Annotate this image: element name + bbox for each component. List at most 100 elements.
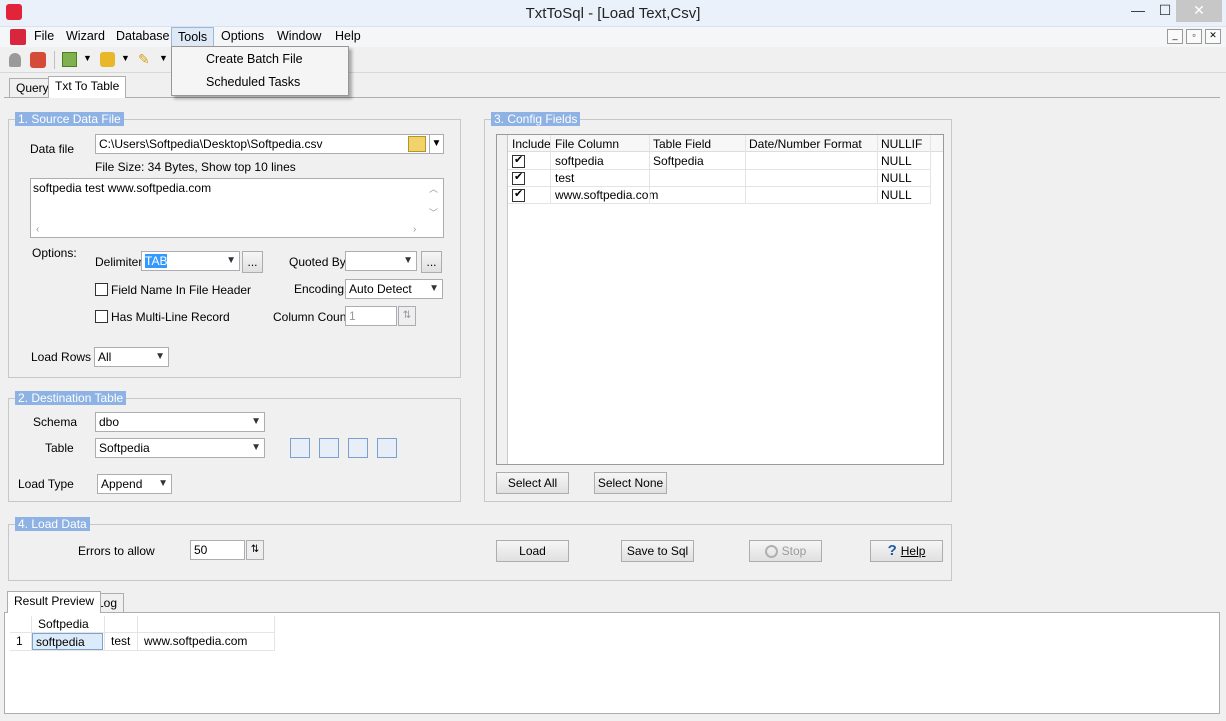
help-label: Help xyxy=(900,544,926,558)
file-column-cell[interactable]: softpedia xyxy=(552,153,604,170)
result-cell[interactable]: softpedia xyxy=(32,633,103,650)
result-preview-grid[interactable]: Softpedia 1 softpedia test www.softpedia… xyxy=(4,612,1220,714)
tab-txt-to-table[interactable]: Txt To Table xyxy=(48,76,127,98)
table-select[interactable]: Softpedia ▼ xyxy=(95,438,265,458)
col-header-file-column[interactable]: File Column xyxy=(552,136,619,153)
errors-to-allow-input[interactable]: 50 xyxy=(190,540,245,560)
encoding-select[interactable]: Auto Detect ▼ xyxy=(345,279,443,299)
load-type-value: Append xyxy=(101,477,143,491)
col-header-nullif[interactable]: NULLIF xyxy=(878,136,922,153)
select-none-button[interactable]: Select None xyxy=(594,472,667,494)
menu-database[interactable]: Database xyxy=(110,27,176,47)
title-bar: TxtToSql - [Load Text,Csv] — ☐ ✕ xyxy=(0,0,1226,27)
quoted-by-more-button[interactable]: ... xyxy=(421,251,442,273)
scroll-right-icon[interactable]: › xyxy=(413,224,416,235)
select-all-button[interactable]: Select All xyxy=(496,472,569,494)
chevron-down-icon[interactable]: ▼ xyxy=(159,53,168,63)
tools-dropdown-menu: Create Batch File Scheduled Tasks xyxy=(171,46,349,96)
schema-select[interactable]: dbo ▼ xyxy=(95,412,265,432)
multiline-checkbox[interactable] xyxy=(95,310,108,323)
chevron-down-icon: ▼ xyxy=(429,283,439,294)
minimize-button[interactable]: — xyxy=(1123,0,1153,22)
refresh-table-icon[interactable] xyxy=(319,438,339,458)
menu-file[interactable]: File xyxy=(28,27,60,47)
load-type-select[interactable]: Append ▼ xyxy=(97,474,172,494)
chevron-down-icon[interactable]: ▼ xyxy=(121,53,130,63)
view-table-icon[interactable] xyxy=(348,438,368,458)
wand-icon[interactable]: ✎ xyxy=(138,52,153,67)
new-window-icon[interactable] xyxy=(62,52,77,67)
scroll-up-icon[interactable]: ︿ xyxy=(429,182,438,195)
chevron-down-icon[interactable]: ▼ xyxy=(83,53,92,63)
open-folder-icon[interactable] xyxy=(408,136,426,152)
table-field-cell[interactable]: Softpedia xyxy=(650,153,704,170)
grid-line xyxy=(508,203,931,204)
result-cell[interactable]: www.softpedia.com xyxy=(141,633,247,650)
connect-icon[interactable] xyxy=(9,53,21,67)
mdi-restore-button[interactable]: ▫ xyxy=(1186,29,1202,44)
include-checkbox[interactable] xyxy=(512,170,525,185)
table-label: Table xyxy=(45,441,74,455)
chevron-down-icon: ▼ xyxy=(251,442,261,453)
chevron-down-icon: ▼ xyxy=(155,351,165,362)
column-count-spinner[interactable]: ⇅ xyxy=(398,306,416,326)
include-checkbox[interactable] xyxy=(512,187,525,202)
scroll-left-icon[interactable]: ‹ xyxy=(36,224,39,235)
table-value: Softpedia xyxy=(99,441,150,455)
menu-bar: File Wizard Database Tools Options Windo… xyxy=(0,27,1226,47)
col-header-include[interactable]: Include xyxy=(509,136,551,153)
delimiter-label: Delimiter xyxy=(95,255,143,269)
errors-to-allow-label: Errors to allow xyxy=(78,544,155,558)
include-checkbox[interactable] xyxy=(512,153,525,168)
field-name-header-label: Field Name In File Header xyxy=(111,283,252,297)
mdi-minimize-button[interactable]: _ xyxy=(1167,29,1183,44)
load-rows-select[interactable]: All ▼ xyxy=(94,347,169,367)
grid-line xyxy=(10,650,275,651)
col-header-table-field[interactable]: Table Field xyxy=(650,136,711,153)
nullif-cell[interactable]: NULL xyxy=(878,153,912,170)
result-col-header[interactable]: Softpedia xyxy=(35,616,89,633)
close-button[interactable]: ✕ xyxy=(1176,0,1222,22)
mdi-close-button[interactable]: ✕ xyxy=(1205,29,1221,44)
menu-create-batch-file[interactable]: Create Batch File xyxy=(206,52,303,66)
field-name-header-checkbox[interactable] xyxy=(95,283,108,296)
column-count-label: Column Count xyxy=(273,310,350,324)
file-column-cell[interactable]: www.softpedia.com xyxy=(552,187,658,204)
delimiter-more-button[interactable]: ... xyxy=(242,251,263,273)
menu-scheduled-tasks[interactable]: Scheduled Tasks xyxy=(206,75,300,89)
help-icon: ? xyxy=(887,542,897,559)
tab-result-preview[interactable]: Result Preview xyxy=(7,591,102,613)
errors-spinner[interactable]: ⇅ xyxy=(246,540,264,560)
scroll-down-icon[interactable]: ﹀ xyxy=(429,206,438,219)
save-to-sql-button[interactable]: Save to Sql xyxy=(621,540,694,562)
file-column-cell[interactable]: test xyxy=(552,170,574,187)
data-file-dropdown[interactable]: ▼ xyxy=(429,134,444,154)
menu-help[interactable]: Help xyxy=(329,27,367,47)
table-columns-icon[interactable] xyxy=(377,438,397,458)
data-file-input[interactable]: C:\Users\Softpedia\Desktop\Softpedia.csv xyxy=(95,134,430,154)
menu-tools[interactable]: Tools xyxy=(171,27,215,47)
config-fields-legend: 3. Config Fields xyxy=(491,112,581,126)
config-fields-grid[interactable]: Include File Column Table Field Date/Num… xyxy=(496,134,944,465)
grid-line xyxy=(550,135,551,203)
delimiter-select[interactable]: TAB ▼ xyxy=(141,251,240,271)
disconnect-icon[interactable] xyxy=(30,52,46,68)
file-preview-area[interactable]: softpedia test www.softpedia.com ︿ ﹀ ‹ › xyxy=(30,178,444,238)
col-header-date-format[interactable]: Date/Number Format xyxy=(746,136,862,153)
source-data-legend: 1. Source Data File xyxy=(15,112,124,126)
grid-line xyxy=(508,169,931,170)
result-cell[interactable]: test xyxy=(108,633,130,650)
menu-window[interactable]: Window xyxy=(271,27,327,47)
menu-wizard[interactable]: Wizard xyxy=(60,27,111,47)
load-button[interactable]: Load xyxy=(496,540,569,562)
help-button[interactable]: ? Help xyxy=(870,540,943,562)
nullif-cell[interactable]: NULL xyxy=(878,187,912,204)
menu-options[interactable]: Options xyxy=(215,27,270,47)
quoted-by-select[interactable]: ▼ xyxy=(345,251,417,271)
nullif-cell[interactable]: NULL xyxy=(878,170,912,187)
database-icon[interactable] xyxy=(100,52,115,67)
column-count-input[interactable]: 1 xyxy=(345,306,397,326)
document-icon[interactable] xyxy=(10,29,26,45)
new-table-icon[interactable] xyxy=(290,438,310,458)
stop-button[interactable]: Stop xyxy=(749,540,822,562)
